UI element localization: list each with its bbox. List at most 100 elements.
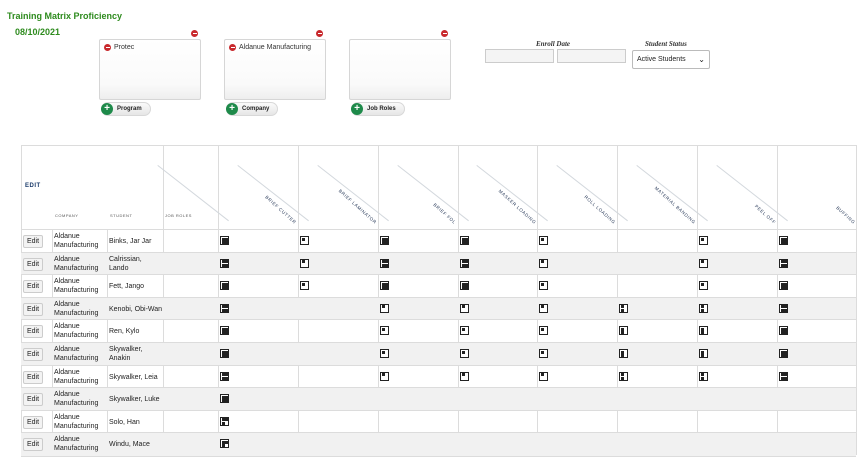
proficiency-level-icon[interactable]: [539, 258, 548, 268]
proficiency-level-icon[interactable]: [300, 236, 309, 245]
student-cell[interactable]: Kenobi, Obi-Wan: [109, 305, 163, 314]
company-chip-label: Aldanue Manufacturing: [239, 44, 311, 51]
proficiency-level-icon[interactable]: [380, 281, 389, 291]
proficiency-level-icon[interactable]: [300, 281, 309, 291]
student-cell[interactable]: Binks, Jar Jar: [109, 237, 163, 246]
proficiency-level-icon[interactable]: [699, 258, 708, 268]
company-filter-box[interactable]: Aldanue Manufacturing: [224, 39, 326, 100]
proficiency-level-icon[interactable]: [460, 349, 469, 358]
program-chip[interactable]: Protec: [104, 44, 134, 51]
edit-row-button[interactable]: Edit: [23, 257, 43, 271]
proficiency-level-icon[interactable]: [619, 371, 628, 381]
company-column-header: COMPANY: [55, 213, 79, 218]
proficiency-level-icon[interactable]: [380, 371, 389, 381]
edit-row-button[interactable]: Edit: [23, 438, 43, 452]
clear-program-icon[interactable]: [191, 30, 198, 37]
enroll-date-to-input[interactable]: [557, 49, 626, 63]
proficiency-level-icon[interactable]: [779, 258, 788, 268]
proficiency-level-icon[interactable]: [220, 326, 229, 336]
proficiency-level-icon[interactable]: [460, 236, 469, 245]
remove-chip-icon[interactable]: [104, 44, 111, 51]
proficiency-level-icon[interactable]: [779, 349, 788, 358]
remove-chip-icon[interactable]: [229, 44, 236, 51]
proficiency-level-icon[interactable]: [460, 303, 469, 313]
proficiency-level-icon[interactable]: [539, 281, 548, 291]
grid-divider: [856, 145, 857, 455]
proficiency-level-icon[interactable]: [779, 371, 788, 381]
add-program-button[interactable]: + Program: [101, 102, 151, 116]
student-cell[interactable]: Solo, Han: [109, 418, 163, 427]
proficiency-level-icon[interactable]: [779, 281, 788, 291]
table-row: Edit Aldanue Manufacturing Calrissian, Lan…: [21, 251, 856, 276]
edit-row-button[interactable]: Edit: [23, 280, 43, 294]
proficiency-level-icon[interactable]: [699, 326, 708, 336]
matrix-header: [21, 145, 856, 230]
edit-row-button[interactable]: Edit: [23, 348, 43, 361]
proficiency-level-icon[interactable]: [300, 258, 309, 268]
proficiency-level-icon[interactable]: [220, 258, 229, 268]
proficiency-level-icon[interactable]: [779, 326, 788, 336]
program-filter-box[interactable]: Protec: [99, 39, 201, 100]
enroll-date-from-input[interactable]: [485, 49, 554, 63]
student-cell[interactable]: Skywalker, Anakin: [109, 345, 163, 363]
company-chip[interactable]: Aldanue Manufacturing: [229, 44, 311, 51]
proficiency-level-icon[interactable]: [220, 303, 229, 313]
proficiency-level-icon[interactable]: [220, 236, 229, 245]
proficiency-level-icon[interactable]: [220, 439, 229, 449]
edit-row-button[interactable]: Edit: [23, 235, 43, 248]
table-row: Edit Aldanue Manufacturing Windu, Mace: [21, 432, 856, 457]
add-job-roles-button[interactable]: + Job Roles: [351, 102, 405, 116]
add-company-button[interactable]: + Company: [226, 102, 279, 116]
proficiency-level-icon[interactable]: [699, 303, 708, 313]
student-cell[interactable]: Fett, Jango: [109, 282, 163, 291]
proficiency-level-icon[interactable]: [220, 371, 229, 381]
company-cell: Aldanue Manufacturing: [54, 346, 99, 362]
enroll-date-label: Enroll Date: [536, 40, 571, 48]
proficiency-level-icon[interactable]: [380, 326, 389, 336]
company-cell: Aldanue Manufacturing: [54, 300, 99, 317]
proficiency-level-icon[interactable]: [380, 236, 389, 245]
proficiency-level-icon[interactable]: [460, 281, 469, 291]
proficiency-level-icon[interactable]: [220, 281, 229, 291]
proficiency-level-icon[interactable]: [220, 416, 229, 426]
proficiency-level-icon[interactable]: [539, 303, 548, 313]
proficiency-level-icon[interactable]: [779, 303, 788, 313]
student-status-select[interactable]: Active Students ⌄: [632, 50, 710, 69]
edit-row-button[interactable]: Edit: [23, 370, 43, 384]
proficiency-level-icon[interactable]: [460, 326, 469, 336]
table-row: Edit Aldanue Manufacturing Skywalker, Anak…: [21, 342, 856, 366]
student-cell[interactable]: Calrissian, Lando: [109, 255, 163, 273]
proficiency-level-icon[interactable]: [460, 258, 469, 268]
student-cell[interactable]: Windu, Mace: [109, 440, 163, 449]
proficiency-level-icon[interactable]: [699, 371, 708, 381]
student-cell[interactable]: Skywalker, Luke: [109, 395, 163, 404]
proficiency-level-icon[interactable]: [699, 349, 708, 358]
proficiency-level-icon[interactable]: [380, 303, 389, 313]
job-roles-column-header: JOB ROLES: [165, 213, 192, 218]
proficiency-level-icon[interactable]: [460, 371, 469, 381]
proficiency-level-icon[interactable]: [699, 236, 708, 245]
proficiency-level-icon[interactable]: [619, 303, 628, 313]
student-cell[interactable]: Ren, Kylo: [109, 327, 163, 336]
proficiency-level-icon[interactable]: [619, 349, 628, 358]
edit-row-button[interactable]: Edit: [23, 302, 43, 316]
proficiency-level-icon[interactable]: [539, 371, 548, 381]
clear-company-icon[interactable]: [316, 30, 323, 37]
proficiency-level-icon[interactable]: [619, 326, 628, 336]
proficiency-level-icon[interactable]: [539, 349, 548, 358]
proficiency-level-icon[interactable]: [220, 349, 229, 358]
proficiency-level-icon[interactable]: [380, 258, 389, 268]
edit-row-button[interactable]: Edit: [23, 415, 43, 429]
proficiency-level-icon[interactable]: [699, 281, 708, 291]
clear-job-roles-icon[interactable]: [441, 30, 448, 37]
edit-row-button[interactable]: Edit: [23, 393, 43, 407]
proficiency-level-icon[interactable]: [539, 236, 548, 245]
proficiency-level-icon[interactable]: [779, 236, 788, 245]
report-date: 08/10/2021: [15, 27, 61, 37]
student-cell[interactable]: Skywalker, Leia: [109, 373, 163, 382]
proficiency-level-icon[interactable]: [380, 349, 389, 358]
edit-row-button[interactable]: Edit: [23, 325, 43, 339]
proficiency-level-icon[interactable]: [220, 394, 229, 404]
job-roles-filter-box[interactable]: [349, 39, 451, 100]
proficiency-level-icon[interactable]: [539, 326, 548, 336]
